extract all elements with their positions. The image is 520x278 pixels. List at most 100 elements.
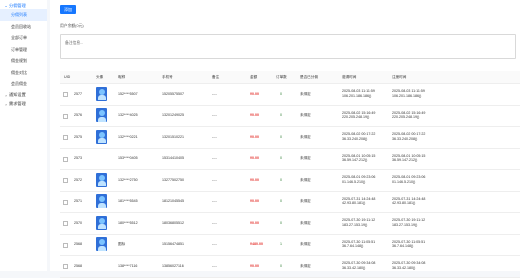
nickname-cell: 132****4025 [118,113,138,117]
row-checkbox[interactable] [63,156,68,162]
note-cell: ---- [212,263,217,268]
amount-cell: ¥0.00 [250,113,259,117]
nickname-cell: 132****2750 [118,177,138,182]
register-time-cell: 2025-08-02 15:16:49 220.205.248.19() [392,110,426,120]
nickname-cell: 132****0221 [118,134,138,139]
status-cell: 未绑定 [300,156,311,160]
nav-group-0[interactable]: ⌄ 分佣管理 [0,2,47,9]
orders-cell: 0 [280,177,282,182]
avatar-body [97,224,106,229]
invite-time-cell: 2025-07-30 11:05:51 36.7.64.148() [342,239,376,249]
sidebar-item-0-1[interactable]: 会员回收站 [0,21,47,33]
uid-cell: 2568 [74,263,82,268]
table-row: 2572 132****2750 13277502750 ---- ¥0.00 0 未绑定 2… [60,169,520,192]
row-checkbox[interactable] [63,113,68,119]
avatar-body [97,181,106,186]
register-time-cell: 2025-07-30 11:05:51 36.7.64.148() [392,239,426,249]
avatar-face [98,131,105,138]
phone-cell: 13201249025 [162,113,184,117]
table-row: 2577 152****5507 15205575507 ---- ¥0.00 0 未绑定 2… [60,83,520,106]
note-cell: ---- [212,199,217,203]
note-cell: ---- [212,113,217,117]
avatar-body [97,245,106,251]
note-cell: ---- [212,91,217,96]
register-time-cell: 2025-07-31 14:24:48 42.93.80.181() [392,196,426,206]
table-row: 2573 153****0405 15314410405 ---- ¥0.00 0 未绑定 2… [60,148,520,170]
amount-cell: ¥0.00 [250,220,259,225]
phone-cell: 13277502750 [162,177,184,182]
note-cell: ---- [212,156,217,160]
phone-cell: 18036805512 [162,220,184,225]
sidebar-item-0-6[interactable]: 会员佣金 [0,78,47,90]
balance-label: 用户余额(0元) [60,24,84,28]
uid-cell: 2571 [74,199,82,203]
row-checkbox[interactable] [63,221,68,226]
add-button[interactable]: 添加 [60,5,76,14]
status-cell: 未绑定 [300,177,311,182]
uid-cell: 2573 [74,156,82,160]
invite-time-cell: 2025-08-02 00:17:22 36.33.240.208() [342,132,376,141]
uid-cell: 2575 [74,134,82,139]
status-cell: 未绑定 [300,199,311,203]
nickname-cell: 152****5507 [118,91,138,96]
invite-time-cell: 2025-07-30 09:34:08 36.33.42.180() [342,261,376,270]
row-checkbox[interactable] [63,199,68,205]
amount-cell: ¥0.00 [250,177,259,182]
note-cell: ---- [212,177,217,182]
note-cell: ---- [212,220,217,225]
column-header: 邀请时间 [342,75,357,79]
avatar [96,172,107,187]
note-cell: ---- [212,134,217,139]
status-cell: 未绑定 [300,91,311,96]
amount-cell: ¥0.00 [250,156,259,160]
row-checkbox[interactable] [63,92,68,97]
phone-cell: 13856027116 [162,263,184,268]
row-checkbox[interactable] [63,264,68,269]
sidebar-item-0-0[interactable]: 分佣列表 [0,9,47,21]
uid-cell: 2576 [74,113,82,117]
invite-time-cell: 2025-08-02 15:16:49 220.205.248.19() [342,110,376,120]
orders-cell: 0 [280,113,282,117]
avatar-face [98,217,105,224]
column-header: 头像 [96,75,104,79]
nickname-cell: 153****0405 [118,156,138,160]
amount-cell: ¥0.00 [250,263,259,268]
table-row: 2570 180****5512 18036805512 ---- ¥0.00 0 未绑定 2… [60,212,520,235]
column-header: 订单数 [276,75,287,79]
sidebar-item-0-3[interactable]: 订单管理 [0,44,47,56]
avatar [96,194,107,208]
register-time-cell: 2025-07-30 09:34:08 36.33.42.180() [392,261,426,270]
column-header: 手机号 [162,75,173,79]
phone-cell: 15156474851 [162,242,184,246]
sidebar-item-0-4[interactable]: 佣金规划 [0,55,47,67]
sidebar-item-0-5[interactable]: 佣金对比 [0,67,47,79]
nav-group-2[interactable]: › 需求管理 [0,101,47,108]
notes-field[interactable]: 备注信息... [60,34,516,59]
sidebar-item-0-2[interactable]: 全部订单 [0,32,47,44]
avatar-body [97,95,106,100]
row-checkbox[interactable] [63,178,68,183]
row-checkbox[interactable] [63,135,68,140]
phone-cell: 18121045545 [162,199,184,203]
nav-group-1[interactable]: › 通知设置 [0,92,47,99]
invite-time-cell: 2025-08-01 09:23:06 01.146.5.210() [342,175,376,184]
column-header: 是否已分佣 [300,75,318,79]
uid-cell: 2572 [74,177,82,182]
phone-cell: 15314410405 [162,156,184,160]
invite-time-cell: 2025-07-30 19:11:12 183.27.153.19() [342,218,376,227]
invite-time-cell: 2025-07-31 14:24:48 42.93.80.181() [342,196,376,206]
table-row: 2568 图标 15156474851 ---- ¥480.00 1 未绑定 2025-07-… [60,234,520,256]
amount-cell: ¥0.00 [250,199,259,203]
avatar [96,259,107,273]
orders-cell: 0 [280,199,282,203]
column-header: 注册时间 [392,75,407,79]
main-panel: 添加 用户余额(0元) 备注信息... UID 头像 昵称 手机号 备注 金额 订单数 是否已… [50,0,520,278]
avatar-face [98,196,105,202]
row-checkbox[interactable] [63,242,68,248]
nickname-cell: 图标 [118,242,126,246]
phone-cell: 15205575507 [162,91,184,96]
nav-group-label: 需求管理 [9,101,26,106]
register-time-cell: 2025-08-01 10:05:15 36.59.147.212() [392,153,426,163]
orders-cell: 0 [280,156,282,160]
table-row: 2571 181****5545 18121045545 ---- ¥0.00 0 未绑定 2… [60,191,520,213]
